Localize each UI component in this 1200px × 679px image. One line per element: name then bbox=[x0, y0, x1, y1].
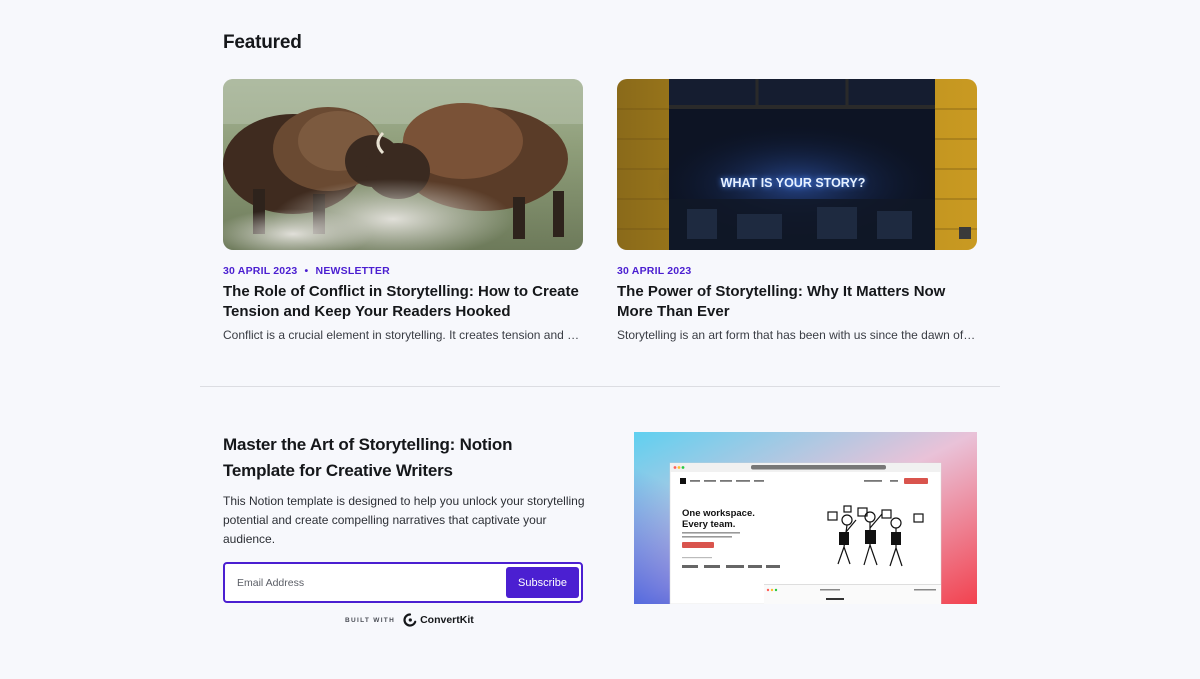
promo-headline-2: Every team. bbox=[682, 519, 735, 530]
built-with-label: BUILT WITH bbox=[345, 616, 396, 624]
cta-description: This Notion template is designed to help… bbox=[223, 494, 585, 546]
page: Featured 30 APRIL 2023 • NEWSLETTER The … bbox=[0, 0, 1200, 679]
post-date: 30 April 2023 bbox=[223, 265, 298, 277]
section-divider bbox=[200, 386, 1000, 387]
newsletter-cta: Master the Art of Storytelling: Notion T… bbox=[223, 432, 585, 549]
post-excerpt: Conflict is a crucial element in storyte… bbox=[223, 328, 583, 342]
post-tag[interactable]: Newsletter bbox=[316, 265, 390, 277]
featured-post-card[interactable]: 30 April 2023 • Newsletter The Role of C… bbox=[223, 79, 583, 343]
subscribe-button[interactable]: Subscribe bbox=[506, 567, 579, 598]
post-meta: 30 April 2023 • Newsletter bbox=[223, 264, 583, 278]
subscribe-form: Subscribe bbox=[223, 562, 583, 603]
convertkit-brand[interactable]: ConvertKit bbox=[403, 613, 474, 627]
convertkit-logo-icon bbox=[403, 613, 417, 627]
convertkit-name: ConvertKit bbox=[420, 614, 474, 626]
notion-template-image: One workspace. Every team. bbox=[634, 432, 977, 604]
post-date: 30 April 2023 bbox=[617, 265, 692, 277]
neon-sign-text: WHAT IS YOUR STORY? bbox=[721, 176, 866, 190]
post-title-link[interactable]: The Power of Storytelling: Why It Matter… bbox=[617, 282, 977, 322]
post-image-neon-sign[interactable]: WHAT IS YOUR STORY? bbox=[617, 79, 977, 250]
post-title-link[interactable]: The Role of Conflict in Storytelling: Ho… bbox=[223, 282, 583, 322]
featured-post-card[interactable]: WHAT IS YOUR STORY? 30 April 2023 The Po… bbox=[617, 79, 977, 343]
email-input[interactable] bbox=[225, 564, 495, 601]
post-image-bison[interactable] bbox=[223, 79, 583, 250]
section-title-featured: Featured bbox=[223, 32, 302, 53]
meta-separator: • bbox=[304, 265, 309, 277]
post-meta: 30 April 2023 bbox=[617, 264, 977, 278]
post-excerpt: Storytelling is an art form that has bee… bbox=[617, 328, 977, 342]
cta-title: Master the Art of Storytelling: Notion T… bbox=[223, 435, 513, 480]
built-with-convertkit[interactable]: BUILT WITH ConvertKit bbox=[345, 613, 474, 627]
promo-headline-1: One workspace. bbox=[682, 508, 755, 519]
